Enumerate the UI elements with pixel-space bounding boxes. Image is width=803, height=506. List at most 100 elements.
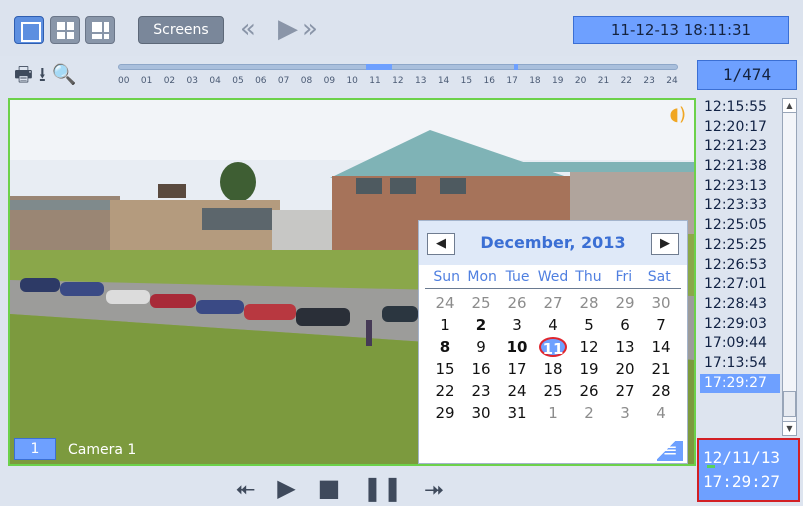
timeline[interactable]: 00 01 02 03 04 05 06 07 08 09 10 11 12 13 14 15 16 17 18 19… [118,62,680,94]
time-list-item[interactable]: 12:20:17 [700,118,780,138]
time-list-item[interactable]: 17:29:27 [700,373,780,394]
calendar-day[interactable]: 29 [427,403,463,423]
time-list-item[interactable]: 12:27:01 [700,275,780,295]
calendar-day[interactable]: 8 [427,337,463,357]
calendar-day[interactable]: 2 [463,315,499,335]
calendar-day[interactable]: 9 [463,337,499,357]
calendar-day[interactable]: 30 [643,293,679,313]
calendar-day-selected[interactable]: 11 [539,337,567,358]
calendar-day[interactable]: 29 [607,293,643,313]
calendar-header: ◀ December, 2013 ▶ [419,221,687,265]
calendar-month-title: December, 2013 [480,233,626,252]
timeline-hour-label: 08 [300,76,313,86]
time-list-item[interactable]: 12:15:55 [700,98,780,118]
pause-icon[interactable]: ❚❚ [362,474,402,502]
calendar-day[interactable]: 7 [643,315,679,335]
scroll-down-arrow[interactable]: ▼ [783,421,796,435]
calendar-day[interactable]: 1 [535,403,571,423]
time-list-item[interactable]: 12:25:05 [700,216,780,236]
time-list-item[interactable]: 17:13:54 [700,354,780,374]
timeline-segment [366,64,392,70]
calendar-day[interactable]: 25 [463,293,499,313]
calendar-day[interactable]: 24 [499,381,535,401]
timeline-hour-label: 15 [460,76,473,86]
play-icon[interactable]: ▶ [278,14,298,44]
scroll-thumb[interactable] [783,391,796,417]
current-datetime: 11-12-13 18:11:31 [573,16,789,44]
status-indicator [707,465,715,468]
calendar-day[interactable]: 28 [643,381,679,401]
calendar-day[interactable]: 6 [607,315,643,335]
calendar-day[interactable]: 3 [499,315,535,335]
multi-view-button[interactable] [85,16,115,44]
timeline-track[interactable] [118,64,678,70]
timeline-hour-label: 17 [506,76,518,86]
calendar-day[interactable]: 28 [571,293,607,313]
rewind-icon[interactable]: « [240,14,256,44]
readout-time: 17:29:27 [703,472,781,491]
calendar-day[interactable]: 5 [571,315,607,335]
calendar-day[interactable]: 17 [499,359,535,379]
calendar-day[interactable]: 26 [571,381,607,401]
time-list-item[interactable]: 12:25:25 [700,236,780,256]
calendar-day[interactable]: 2 [571,403,607,423]
play-icon[interactable]: ▶ [277,474,295,502]
calendar-day[interactable]: 30 [463,403,499,423]
timeline-hour-label: 00 [118,76,130,86]
calendar-day[interactable]: 27 [607,381,643,401]
time-list-item[interactable]: 12:23:33 [700,196,780,216]
calendar-day[interactable]: 13 [607,337,643,357]
fast-forward-icon[interactable]: » [302,14,318,44]
next-month-button[interactable]: ▶ [651,233,679,255]
time-list-item[interactable]: 12:23:13 [700,177,780,197]
weekday-label: Sun [433,269,461,285]
record-counter: 1/474 [697,60,797,90]
calendar-day[interactable]: 21 [643,359,679,379]
calendar-day[interactable]: 27 [535,293,571,313]
calendar-day[interactable]: 4 [643,403,679,423]
quad-view-button[interactable] [50,16,80,44]
calendar-day[interactable]: 20 [607,359,643,379]
calendar-day[interactable]: 12 [571,337,607,357]
menu-icon[interactable]: ≡ [657,441,683,461]
calendar-day[interactable]: 25 [535,381,571,401]
time-list-item[interactable]: 12:29:03 [700,315,780,335]
calendar-day[interactable]: 1 [427,315,463,335]
time-list-item[interactable]: 12:21:23 [700,137,780,157]
time-list-item[interactable]: 17:09:44 [700,334,780,354]
scroll-up-arrow[interactable]: ▲ [783,99,796,113]
calendar-day[interactable]: 10 [499,337,535,357]
time-list-item[interactable]: 12:28:43 [700,295,780,315]
search-icon[interactable]: 🔍 [52,63,77,85]
next-frame-icon[interactable]: ⯮ [425,474,444,502]
timeline-hour-labels: 00 01 02 03 04 05 06 07 08 09 10 11 12 13 14 15 16 17 18 19… [118,76,678,86]
time-list-item[interactable]: 12:21:38 [700,157,780,177]
calendar-day[interactable]: 22 [427,381,463,401]
weekday-label: Tue [505,269,530,285]
speaker-icon[interactable]: ◖) [669,104,686,125]
calendar-day[interactable]: 15 [427,359,463,379]
print-icon[interactable]: 🖶 [14,63,33,85]
timeline-hour-label: 06 [255,76,267,86]
calendar-day[interactable]: 26 [499,293,535,313]
calendar-day[interactable]: 23 [463,381,499,401]
calendar-day[interactable]: 3 [607,403,643,423]
time-list-item[interactable]: 12:26:53 [700,256,780,276]
single-view-button[interactable] [14,16,44,44]
timeline-hour-label: 16 [483,76,495,86]
stop-icon[interactable]: ■ [318,474,341,502]
calendar-day[interactable]: 14 [643,337,679,357]
calendar-day[interactable]: 19 [571,359,607,379]
event-time-list: 12:15:55 12:20:17 12:21:23 12:21:38 12:23:13… [700,98,780,428]
previous-frame-icon[interactable]: ⯬ [236,474,255,502]
screens-button[interactable]: Screens [138,16,224,44]
timeline-hour-label: 22 [620,76,633,86]
calendar-day[interactable]: 31 [499,403,535,423]
calendar-day[interactable]: 16 [463,359,499,379]
calendar-day[interactable]: 4 [535,315,571,335]
archive-position-readout: 12/11/13 17:29:27 [697,438,800,502]
calendar-day[interactable]: 18 [535,359,571,379]
time-list-scrollbar[interactable]: ▲ ▼ [782,98,797,436]
calendar-day[interactable]: 24 [427,293,463,313]
download-icon[interactable]: ⭳ [39,63,46,85]
